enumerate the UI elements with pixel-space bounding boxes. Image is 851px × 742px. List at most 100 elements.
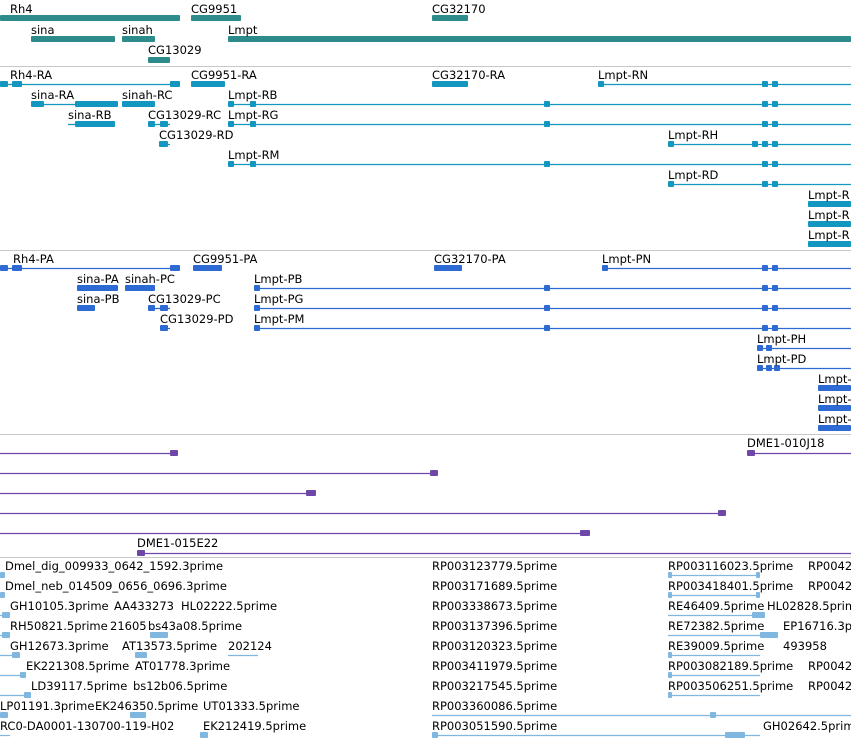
feature-label[interactable]: CG9951 — [191, 3, 237, 16]
feature-label[interactable]: RP003411979.5prime — [432, 660, 557, 673]
feature-glyph[interactable] — [0, 672, 26, 678]
feature-label[interactable]: DME1-015E22 — [137, 537, 218, 550]
feature-glyph[interactable] — [0, 612, 10, 618]
feature-label[interactable]: LD39117.5prime — [31, 680, 127, 693]
feature-label[interactable]: Lmpt-RB — [228, 89, 277, 102]
feature-label[interactable]: AT13573.5prime — [122, 640, 217, 653]
feature-label[interactable]: RE46409.5prime — [668, 600, 764, 613]
feature-label[interactable]: sina — [31, 24, 55, 37]
feature-label[interactable]: CG13029 — [148, 44, 202, 57]
feature-glyph[interactable] — [254, 305, 851, 311]
feature-label[interactable]: Lmpt-R — [808, 189, 850, 202]
feature-label[interactable]: RP003506251.5prime — [668, 680, 793, 693]
feature-label[interactable]: Lmpt-RH — [668, 129, 718, 142]
feature-glyph[interactable] — [228, 121, 851, 127]
feature-label[interactable]: RP003137396.5prime — [432, 620, 557, 633]
feature-label[interactable]: EP16716.3p — [783, 620, 851, 633]
feature-label[interactable]: Lmpt-RD — [668, 169, 718, 182]
feature-label[interactable]: AT01778.3prime — [135, 660, 230, 673]
feature-glyph[interactable] — [228, 36, 851, 42]
feature-label[interactable]: RP003116023.5prime — [668, 560, 793, 573]
feature-label[interactable]: RP0042 — [808, 560, 851, 573]
feature-label[interactable]: RE72382.5prime — [668, 620, 764, 633]
feature-label[interactable]: Lmpt — [228, 24, 257, 37]
feature-label[interactable]: RP003360086.5prime — [432, 700, 557, 713]
feature-label[interactable]: CG9951-PA — [193, 253, 257, 266]
feature-label[interactable]: RC0-DA0001-130700-119-H02 — [0, 720, 174, 733]
feature-label[interactable]: GH10105.3prime — [10, 600, 109, 613]
feature-label[interactable]: sina-RB — [68, 109, 112, 122]
feature-label[interactable]: EK246350.5prime — [95, 700, 198, 713]
feature-glyph[interactable] — [137, 550, 851, 556]
feature-label[interactable]: RP003217545.5prime — [432, 680, 557, 693]
feature-label[interactable]: RP003082189.5prime — [668, 660, 793, 673]
feature-label[interactable]: Lmpt-R — [808, 209, 850, 222]
feature-label[interactable]: CG13029-PD — [160, 313, 233, 326]
feature-label[interactable]: GH02642.5prime — [763, 720, 851, 733]
feature-glyph[interactable] — [254, 325, 851, 331]
feature-label[interactable]: RP0042 — [808, 580, 851, 593]
feature-glyph[interactable] — [0, 450, 178, 456]
feature-glyph[interactable] — [254, 285, 851, 291]
feature-glyph[interactable] — [0, 510, 726, 516]
feature-label[interactable]: Lmpt-RG — [228, 109, 278, 122]
feature-label[interactable]: Lmpt-PG — [254, 293, 303, 306]
feature-glyph[interactable] — [0, 530, 590, 536]
feature-label[interactable]: EK212419.5prime — [203, 720, 306, 733]
feature-label[interactable]: Lmpt-PB — [254, 273, 302, 286]
feature-label[interactable]: CG9951-RA — [191, 69, 257, 82]
feature-label[interactable]: RP003120323.5prime — [432, 640, 557, 653]
feature-label[interactable]: CG32170 — [432, 3, 486, 16]
feature-label[interactable]: Dmel_neb_014509_0656_0696.3prime — [5, 580, 227, 593]
feature-label[interactable]: sina-PA — [77, 273, 119, 286]
feature-label[interactable]: AA433273 — [114, 600, 174, 613]
feature-label[interactable]: Lmpt-PD — [757, 353, 806, 366]
feature-label[interactable]: RH50821.5prime — [10, 620, 108, 633]
feature-glyph[interactable] — [0, 632, 10, 638]
feature-label[interactable]: RP003171689.5prime — [432, 580, 557, 593]
feature-label[interactable]: RP0042 — [808, 660, 851, 673]
feature-label[interactable]: bs12b06.5prime — [133, 680, 227, 693]
feature-label[interactable]: CG13029-RC — [148, 109, 221, 122]
feature-glyph[interactable] — [0, 490, 316, 496]
feature-glyph[interactable] — [228, 101, 851, 107]
feature-label[interactable]: sinah-RC — [122, 89, 172, 102]
feature-label[interactable]: HL02828.5prime — [767, 600, 851, 613]
feature-label[interactable]: Rh4-PA — [13, 253, 54, 266]
feature-label[interactable]: 21605 — [110, 620, 147, 633]
feature-glyph[interactable] — [0, 470, 438, 476]
feature-label[interactable]: sina-PB — [77, 293, 120, 306]
feature-label[interactable]: RE39009.5prime — [668, 640, 764, 653]
feature-label[interactable]: 493958 — [783, 640, 827, 653]
feature-label[interactable]: Lmpt- — [818, 413, 851, 426]
feature-label[interactable]: Lmpt-RN — [598, 69, 648, 82]
feature-label[interactable]: CG13029-RD — [159, 129, 234, 142]
feature-label[interactable]: Dmel_dig_009933_0642_1592.3prime — [5, 560, 223, 573]
feature-glyph[interactable] — [228, 161, 851, 167]
feature-label[interactable]: Lmpt- — [818, 393, 851, 406]
feature-glyph[interactable] — [747, 450, 851, 456]
feature-label[interactable]: GH12673.3prime — [10, 640, 109, 653]
feature-label[interactable]: LP01191.3prime — [0, 700, 94, 713]
feature-label[interactable]: Lmpt-PN — [602, 253, 651, 266]
feature-label[interactable]: sinah-PC — [125, 273, 175, 286]
feature-label[interactable]: Lmpt-PH — [757, 333, 806, 346]
feature-label[interactable]: Lmpt-RM — [228, 149, 279, 162]
feature-label[interactable]: CG13029-PC — [148, 293, 221, 306]
feature-label[interactable]: CG32170-RA — [432, 69, 505, 82]
feature-label[interactable]: bs43a08.5prime — [148, 620, 242, 633]
feature-label[interactable]: DME1-010J18 — [747, 437, 825, 450]
feature-label[interactable]: EK221308.5prime — [26, 660, 129, 673]
feature-label[interactable]: Lmpt- — [818, 373, 851, 386]
feature-label[interactable]: 202124 — [228, 640, 272, 653]
feature-label[interactable]: HL02222.5prime — [181, 600, 277, 613]
feature-label[interactable]: RP0042 — [808, 680, 851, 693]
feature-label[interactable]: CG32170-PA — [434, 253, 506, 266]
feature-label[interactable]: sinah — [122, 24, 153, 37]
feature-label[interactable]: RP003123779.5prime — [432, 560, 557, 573]
feature-label[interactable]: sina-RA — [31, 89, 74, 102]
feature-label[interactable]: Lmpt-PM — [254, 313, 304, 326]
feature-glyph[interactable] — [148, 57, 170, 63]
feature-label[interactable]: Lmpt-R — [808, 229, 850, 242]
feature-label[interactable]: Rh4-RA — [10, 69, 52, 82]
